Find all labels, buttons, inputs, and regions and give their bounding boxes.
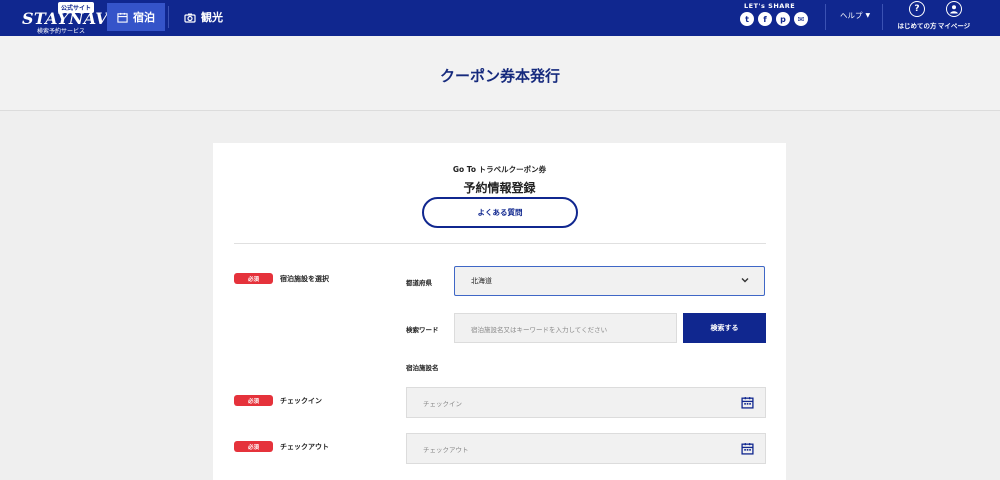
checkin-placeholder: チェックイン [423,400,462,408]
line-icon[interactable]: ✉ [794,12,808,26]
search-button[interactable]: 検索する [683,313,766,343]
checkin-label: チェックイン [280,397,322,405]
card-eyebrow: Go To トラベルクーポン券 [452,165,547,174]
camera-icon [184,13,196,23]
chevron-down-icon [741,278,749,283]
required-badge: 必須 [234,273,273,284]
pinterest-icon[interactable]: p [776,12,790,26]
first-time-label: はじめての方 [897,22,937,30]
prefecture-select[interactable]: 北海道 [454,266,765,296]
nav-divider [168,6,169,28]
calendar-icon[interactable] [741,442,754,455]
share-icons: t f p ✉ [740,12,808,26]
mypage-button[interactable]: マイページ [934,1,974,30]
keyword-input[interactable]: 宿泊施設名又はキーワードを入力してください [454,313,677,343]
page-title: クーポン券本発行 [439,67,560,85]
share-label: LET's SHARE [744,2,796,10]
title-band: クーポン券本発行 [0,36,1000,111]
divider [234,243,766,244]
checkout-label: チェックアウト [280,443,329,451]
help-menu[interactable]: ヘルプ ▼ [840,10,870,21]
calendar-icon [117,12,128,23]
user-icon [946,1,962,17]
registration-card: Go To トラベルクーポン券 予約情報登録 よくある質問 必須 宿泊施設を選択… [213,143,786,480]
first-time-button[interactable]: ? はじめての方 [897,1,937,30]
chevron-down-icon: ▼ [865,12,871,19]
twitter-icon[interactable]: t [740,12,754,26]
help-label: ヘルプ [840,11,863,20]
card-title: 予約情報登録 [463,181,536,195]
logo-subtitle: 検索予約サービス [37,28,86,35]
tab-lodging-label: 宿泊 [133,11,155,24]
checkout-placeholder: チェックアウト [423,446,469,454]
header-separator [882,4,883,30]
facebook-icon[interactable]: f [758,12,772,26]
checkin-input[interactable]: チェックイン [406,387,766,418]
prefecture-value: 北海道 [471,277,492,285]
facility-name-label: 宿泊施設名 [406,364,439,372]
tab-lodging[interactable]: 宿泊 [107,3,165,31]
staynavi-logo[interactable]: 公式サイト STAYNAVI 検索予約サービス [22,2,116,35]
question-icon: ? [909,1,925,17]
keyword-placeholder: 宿泊施設名又はキーワードを入力してください [471,326,608,334]
checkout-input[interactable]: チェックアウト [406,433,766,464]
site-header: 公式サイト STAYNAVI 検索予約サービス 宿泊 観光 LET's SHAR… [0,0,1000,36]
facility-label: 宿泊施設を選択 [280,275,329,283]
header-separator [825,4,826,30]
required-badge: 必須 [234,441,273,452]
calendar-icon[interactable] [741,396,754,409]
tab-sightseeing-label: 観光 [201,11,223,24]
mypage-label: マイページ [937,22,971,30]
tab-sightseeing[interactable]: 観光 [174,3,233,31]
required-badge: 必須 [234,395,273,406]
prefecture-label: 都道府県 [406,279,432,287]
keyword-label: 検索ワード [406,326,439,334]
faq-button[interactable]: よくある質問 [422,197,578,228]
